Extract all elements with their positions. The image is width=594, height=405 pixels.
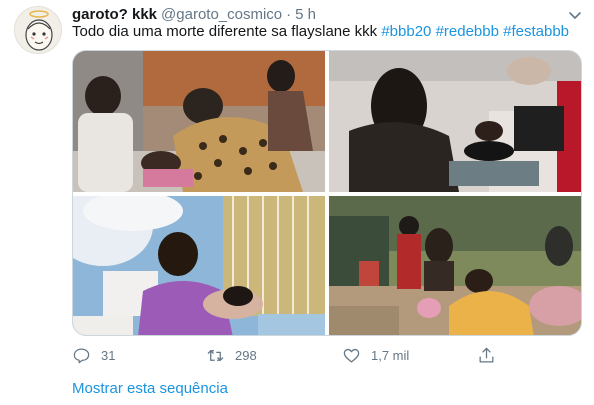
share-icon: [479, 347, 494, 362]
retweet-count: 298: [235, 347, 257, 363]
reply-icon: [73, 348, 90, 363]
author-name[interactable]: garoto? kkk: [72, 6, 157, 23]
tweet-text-body: Todo dia uma morte diferente sa flayslan…: [72, 23, 382, 40]
reply-count: 31: [101, 347, 116, 363]
retweet-button[interactable]: 298: [206, 344, 257, 366]
like-count: 1,7 mil: [371, 347, 410, 363]
author-handle[interactable]: @garoto_cosmico: [161, 6, 282, 23]
media-photo-4[interactable]: [329, 196, 581, 335]
tweet[interactable]: garoto? kkk @garoto_cosmico · 5 h Todo d…: [0, 0, 594, 405]
tweet-actions: 31 298 1,7 mil: [72, 344, 512, 366]
tweet-text: Todo dia uma morte diferente sa flayslan…: [72, 22, 569, 42]
media-photo-1[interactable]: [73, 51, 325, 192]
share-button[interactable]: [477, 344, 506, 366]
media-photo-3[interactable]: [73, 196, 325, 335]
show-thread-link[interactable]: Mostrar esta sequência: [72, 380, 228, 397]
avatar-drawing: [25, 10, 53, 51]
tweet-header: garoto? kkk @garoto_cosmico · 5 h: [72, 4, 316, 24]
media-photo-2[interactable]: [329, 51, 581, 192]
hashtag-link[interactable]: #redebbb: [436, 23, 499, 40]
hashtag-link[interactable]: #festabbb: [503, 23, 569, 40]
tweet-time[interactable]: 5 h: [295, 6, 316, 23]
media-grid: [72, 50, 582, 336]
like-button[interactable]: 1,7 mil: [342, 344, 409, 366]
hashtag-link[interactable]: #bbb20: [381, 23, 431, 40]
header-separator: ·: [286, 5, 292, 23]
avatar[interactable]: [14, 6, 62, 54]
heart-icon: [343, 348, 360, 362]
retweet-icon: [207, 349, 224, 361]
reply-button[interactable]: 31: [72, 344, 115, 366]
